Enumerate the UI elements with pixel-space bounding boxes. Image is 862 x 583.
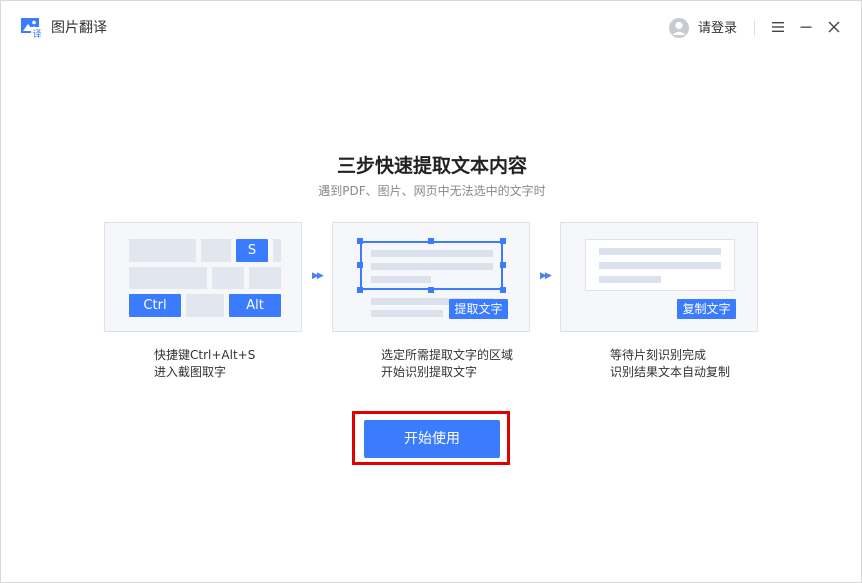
start-button[interactable]: 开始使用 bbox=[364, 420, 500, 458]
key-alt: Alt bbox=[229, 294, 281, 317]
step3-desc-line1: 等待片刻识别完成 bbox=[610, 348, 707, 362]
minimize-icon[interactable] bbox=[798, 19, 814, 35]
selection-handle bbox=[500, 287, 506, 293]
selection-handle bbox=[500, 262, 506, 268]
step3-illustration: 复制文字 bbox=[560, 222, 758, 332]
menu-icon[interactable] bbox=[770, 19, 786, 35]
key-placeholder bbox=[249, 267, 281, 289]
key-placeholder bbox=[186, 294, 224, 317]
app-logo-icon: 译 bbox=[21, 18, 43, 38]
step3-desc-line2: 识别结果文本自动复制 bbox=[610, 365, 731, 379]
selection-handle bbox=[357, 238, 363, 244]
key-s: S bbox=[236, 239, 268, 262]
user-avatar-icon[interactable] bbox=[669, 18, 689, 38]
step1-illustration: S Ctrl Alt bbox=[104, 222, 302, 332]
key-placeholder bbox=[212, 267, 244, 289]
page-subtitle: 遇到PDF、图片、网页中无法选中的文字时 bbox=[318, 184, 546, 198]
text-line bbox=[371, 310, 443, 317]
svg-text:译: 译 bbox=[32, 29, 41, 38]
step-arrow-icon: ▶▶ bbox=[540, 271, 552, 281]
key-placeholder bbox=[129, 239, 196, 262]
step2-desc-line1: 选定所需提取文字的区域 bbox=[381, 348, 514, 362]
selection-handle bbox=[428, 238, 434, 244]
step-arrow-icon: ▶▶ bbox=[312, 271, 324, 281]
key-placeholder bbox=[129, 267, 207, 289]
selection-handle bbox=[500, 238, 506, 244]
selection-handle bbox=[428, 287, 434, 293]
selection-handle bbox=[357, 262, 363, 268]
login-link[interactable]: 请登录 bbox=[698, 19, 737, 39]
step2-description: 选定所需提取文字的区域 开始识别提取文字 bbox=[381, 347, 513, 381]
key-placeholder bbox=[201, 239, 231, 262]
titlebar-divider bbox=[754, 20, 755, 36]
step2-desc-line2: 开始识别提取文字 bbox=[381, 365, 478, 379]
text-line bbox=[371, 276, 431, 283]
step1-description: 快捷键Ctrl+Alt+S 进入截图取字 bbox=[154, 347, 255, 381]
extract-text-tag: 提取文字 bbox=[449, 299, 508, 319]
text-line bbox=[371, 263, 493, 270]
text-line bbox=[599, 248, 721, 255]
close-icon[interactable] bbox=[826, 19, 842, 35]
app-window: 译 图片翻译 请登录 三步快速提取文本内容 遇到PDF、图片、网页中无法选中的文… bbox=[0, 0, 862, 583]
text-line bbox=[599, 276, 661, 283]
key-placeholder bbox=[273, 239, 281, 262]
text-line bbox=[371, 250, 493, 257]
text-line bbox=[599, 262, 721, 269]
page-title: 三步快速提取文本内容 bbox=[336, 155, 527, 177]
selection-handle bbox=[357, 287, 363, 293]
app-title: 图片翻译 bbox=[51, 20, 107, 36]
step3-description: 等待片刻识别完成 识别结果文本自动复制 bbox=[610, 347, 730, 381]
step1-desc-line1: 快捷键Ctrl+Alt+S bbox=[154, 348, 256, 362]
key-ctrl: Ctrl bbox=[129, 294, 181, 317]
copy-text-tag: 复制文字 bbox=[677, 299, 736, 319]
step1-desc-line2: 进入截图取字 bbox=[154, 365, 227, 379]
step2-illustration: 提取文字 bbox=[332, 222, 530, 332]
